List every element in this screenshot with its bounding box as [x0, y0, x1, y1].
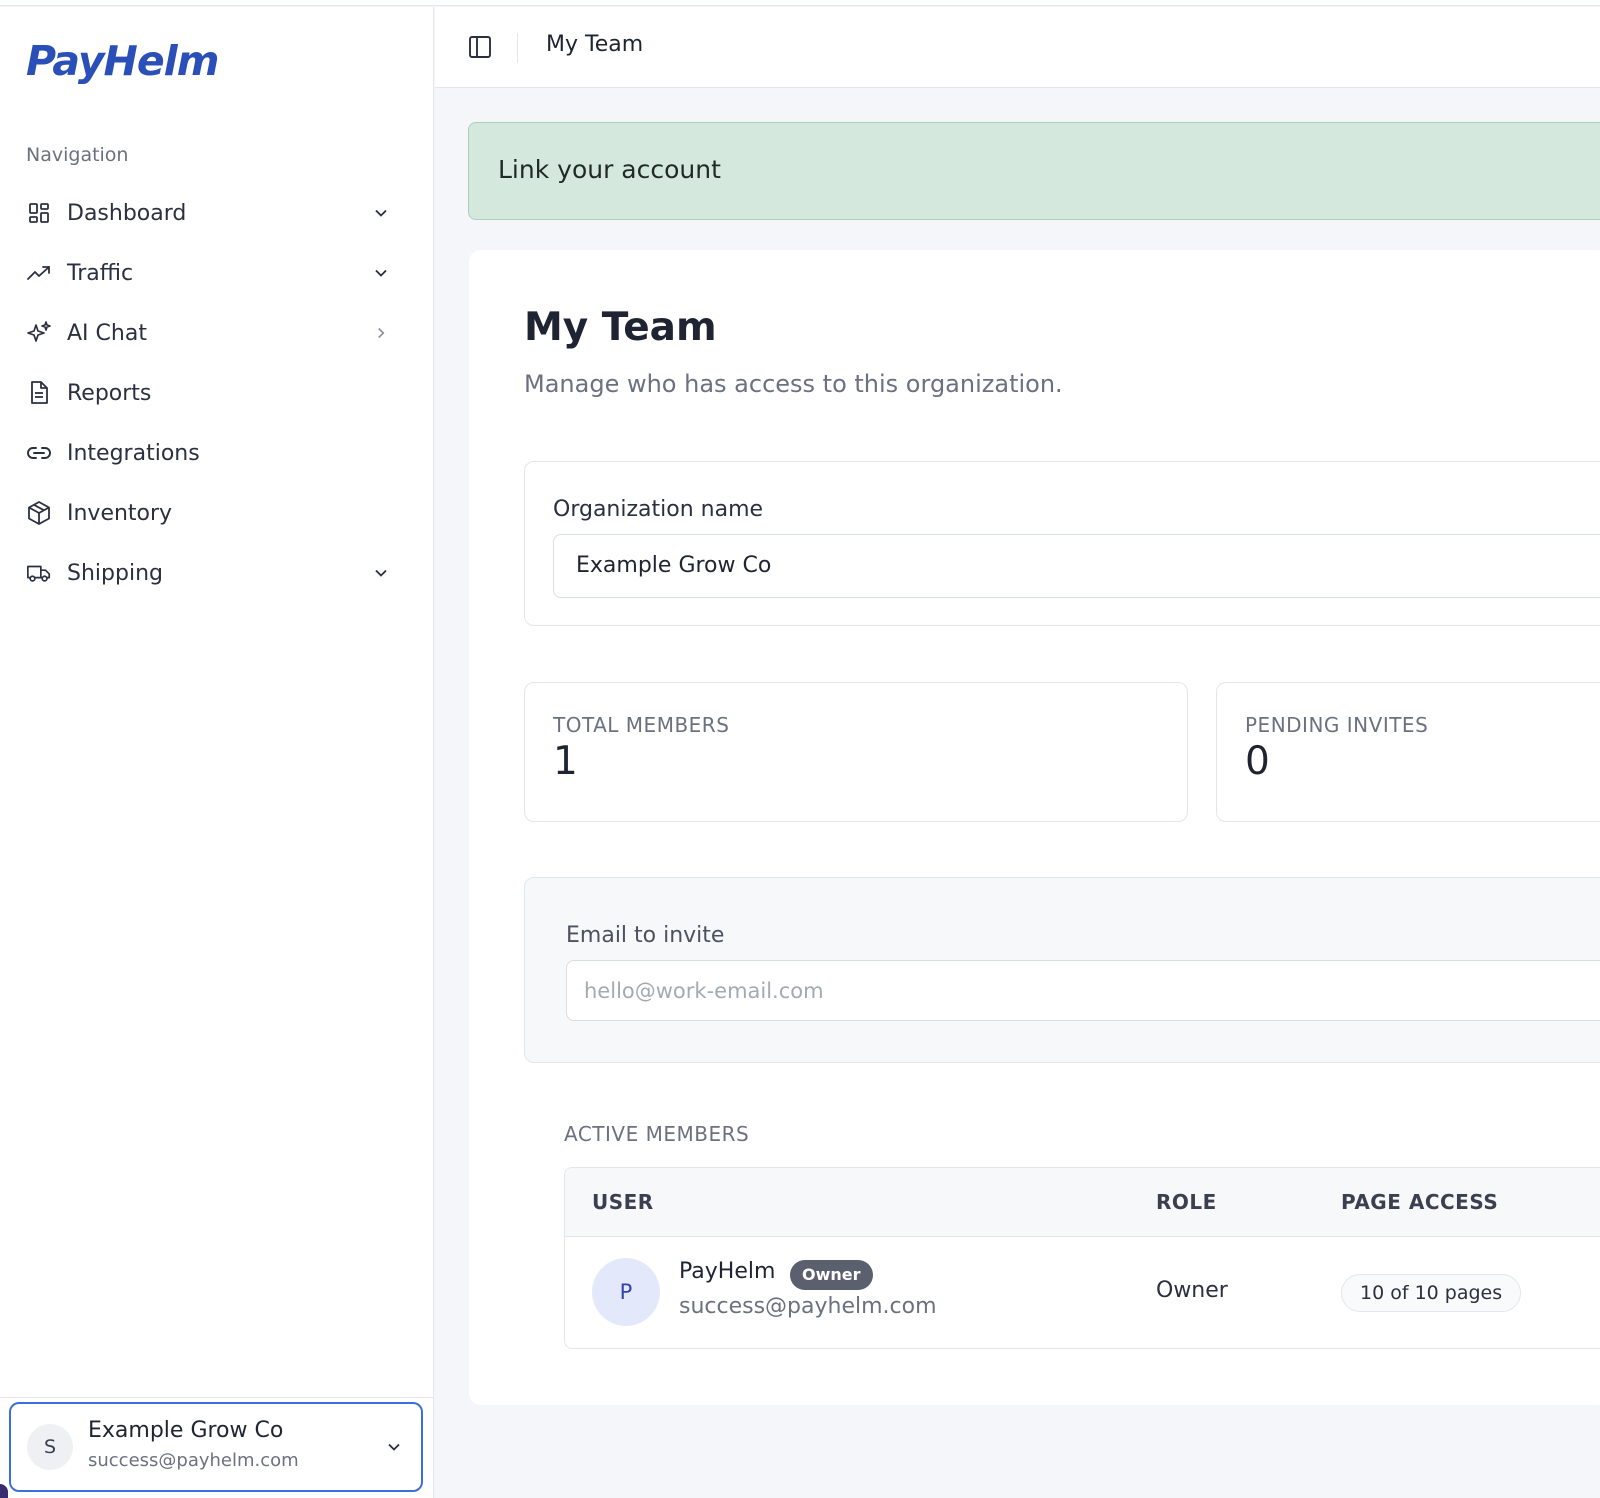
- divider: [517, 33, 518, 63]
- link-account-banner[interactable]: Link your account: [468, 122, 1600, 220]
- link-icon: [26, 440, 52, 466]
- column-header-role[interactable]: ROLE: [1156, 1190, 1217, 1214]
- truck-icon: [26, 560, 52, 586]
- org-name-field[interactable]: Example Grow Co: [553, 534, 1600, 598]
- page-title: My Team: [524, 305, 717, 350]
- page-access-pill[interactable]: 10 of 10 pages: [1341, 1274, 1522, 1312]
- sidebar-item-label: Reports: [67, 380, 152, 406]
- sidebar-toggle-icon[interactable]: [466, 33, 494, 61]
- chevron-right-icon[interactable]: [368, 320, 394, 346]
- sidebar-item-traffic[interactable]: Traffic: [14, 247, 412, 299]
- page-subtitle: Manage who has access to this organizati…: [524, 370, 1063, 398]
- stat-label: TOTAL MEMBERS: [553, 713, 730, 737]
- organization-section: Organization name Example Grow Co: [524, 461, 1600, 626]
- stat-value: 1: [553, 739, 578, 784]
- account-email: success@payhelm.com: [88, 1450, 299, 1471]
- stat-label: PENDING INVITES: [1245, 713, 1429, 737]
- top-edge: [0, 0, 1600, 6]
- divider: [0, 1397, 433, 1398]
- chevron-down-icon[interactable]: [368, 260, 394, 286]
- document-icon: [26, 380, 52, 406]
- chevron-down-icon[interactable]: [368, 560, 394, 586]
- sidebar: PayHelm Navigation Dashboard Traffic AI …: [0, 7, 434, 1498]
- sidebar-item-label: Inventory: [67, 500, 173, 526]
- dashboard-grid-icon: [26, 200, 52, 226]
- stat-pending-invites: PENDING INVITES 0: [1216, 682, 1600, 822]
- member-name: PayHelm: [679, 1259, 776, 1284]
- breadcrumb: My Team: [546, 32, 644, 57]
- invite-email-label: Email to invite: [566, 923, 725, 948]
- nav-heading: Navigation: [26, 144, 129, 166]
- sidebar-item-inventory[interactable]: Inventory: [14, 487, 412, 539]
- sparkles-icon: [26, 320, 52, 346]
- account-switcher[interactable]: S Example Grow Co success@payhelm.com: [9, 1402, 423, 1492]
- org-name-label: Organization name: [553, 497, 764, 522]
- avatar: P: [592, 1258, 660, 1326]
- owner-badge: Owner: [790, 1260, 873, 1290]
- chevron-down-icon: [381, 1434, 407, 1460]
- package-icon: [26, 500, 52, 526]
- avatar: S: [27, 1424, 73, 1470]
- sidebar-item-reports[interactable]: Reports: [14, 367, 412, 419]
- sidebar-item-label: Integrations: [67, 440, 200, 466]
- column-header-user[interactable]: USER: [592, 1190, 654, 1214]
- table-row[interactable]: P PayHelm Owner success@payhelm.com Owne…: [565, 1238, 1600, 1349]
- account-name: Example Grow Co: [88, 1418, 284, 1443]
- top-header: My Team: [435, 7, 1600, 88]
- sidebar-item-label: Traffic: [67, 260, 134, 286]
- chevron-down-icon[interactable]: [368, 200, 394, 226]
- members-table: USER ROLE PAGE ACCESS P PayHelm Owner su…: [564, 1167, 1600, 1349]
- sidebar-item-label: Dashboard: [67, 200, 187, 226]
- team-card: My Team Manage who has access to this or…: [469, 250, 1600, 1405]
- stat-total-members: TOTAL MEMBERS 1: [524, 682, 1188, 822]
- sidebar-item-label: Shipping: [67, 560, 163, 586]
- active-members-heading: ACTIVE MEMBERS: [564, 1122, 750, 1146]
- member-role: Owner: [1156, 1278, 1228, 1303]
- payhelm-logo[interactable]: PayHelm: [26, 37, 219, 85]
- invite-email-input[interactable]: [566, 960, 1600, 1021]
- column-header-page-access[interactable]: PAGE ACCESS: [1341, 1190, 1498, 1214]
- stat-value: 0: [1245, 739, 1270, 784]
- invite-section: Email to invite: [524, 877, 1600, 1063]
- member-email: success@payhelm.com: [679, 1294, 937, 1319]
- sidebar-item-ai-chat[interactable]: AI Chat: [14, 307, 412, 359]
- sidebar-item-label: AI Chat: [67, 320, 147, 346]
- sidebar-item-integrations[interactable]: Integrations: [14, 427, 412, 479]
- table-header: USER ROLE PAGE ACCESS: [565, 1168, 1600, 1237]
- trending-up-icon: [26, 260, 52, 286]
- sidebar-item-shipping[interactable]: Shipping: [14, 547, 412, 599]
- banner-text: Link your account: [498, 155, 721, 184]
- sidebar-item-dashboard[interactable]: Dashboard: [14, 187, 412, 239]
